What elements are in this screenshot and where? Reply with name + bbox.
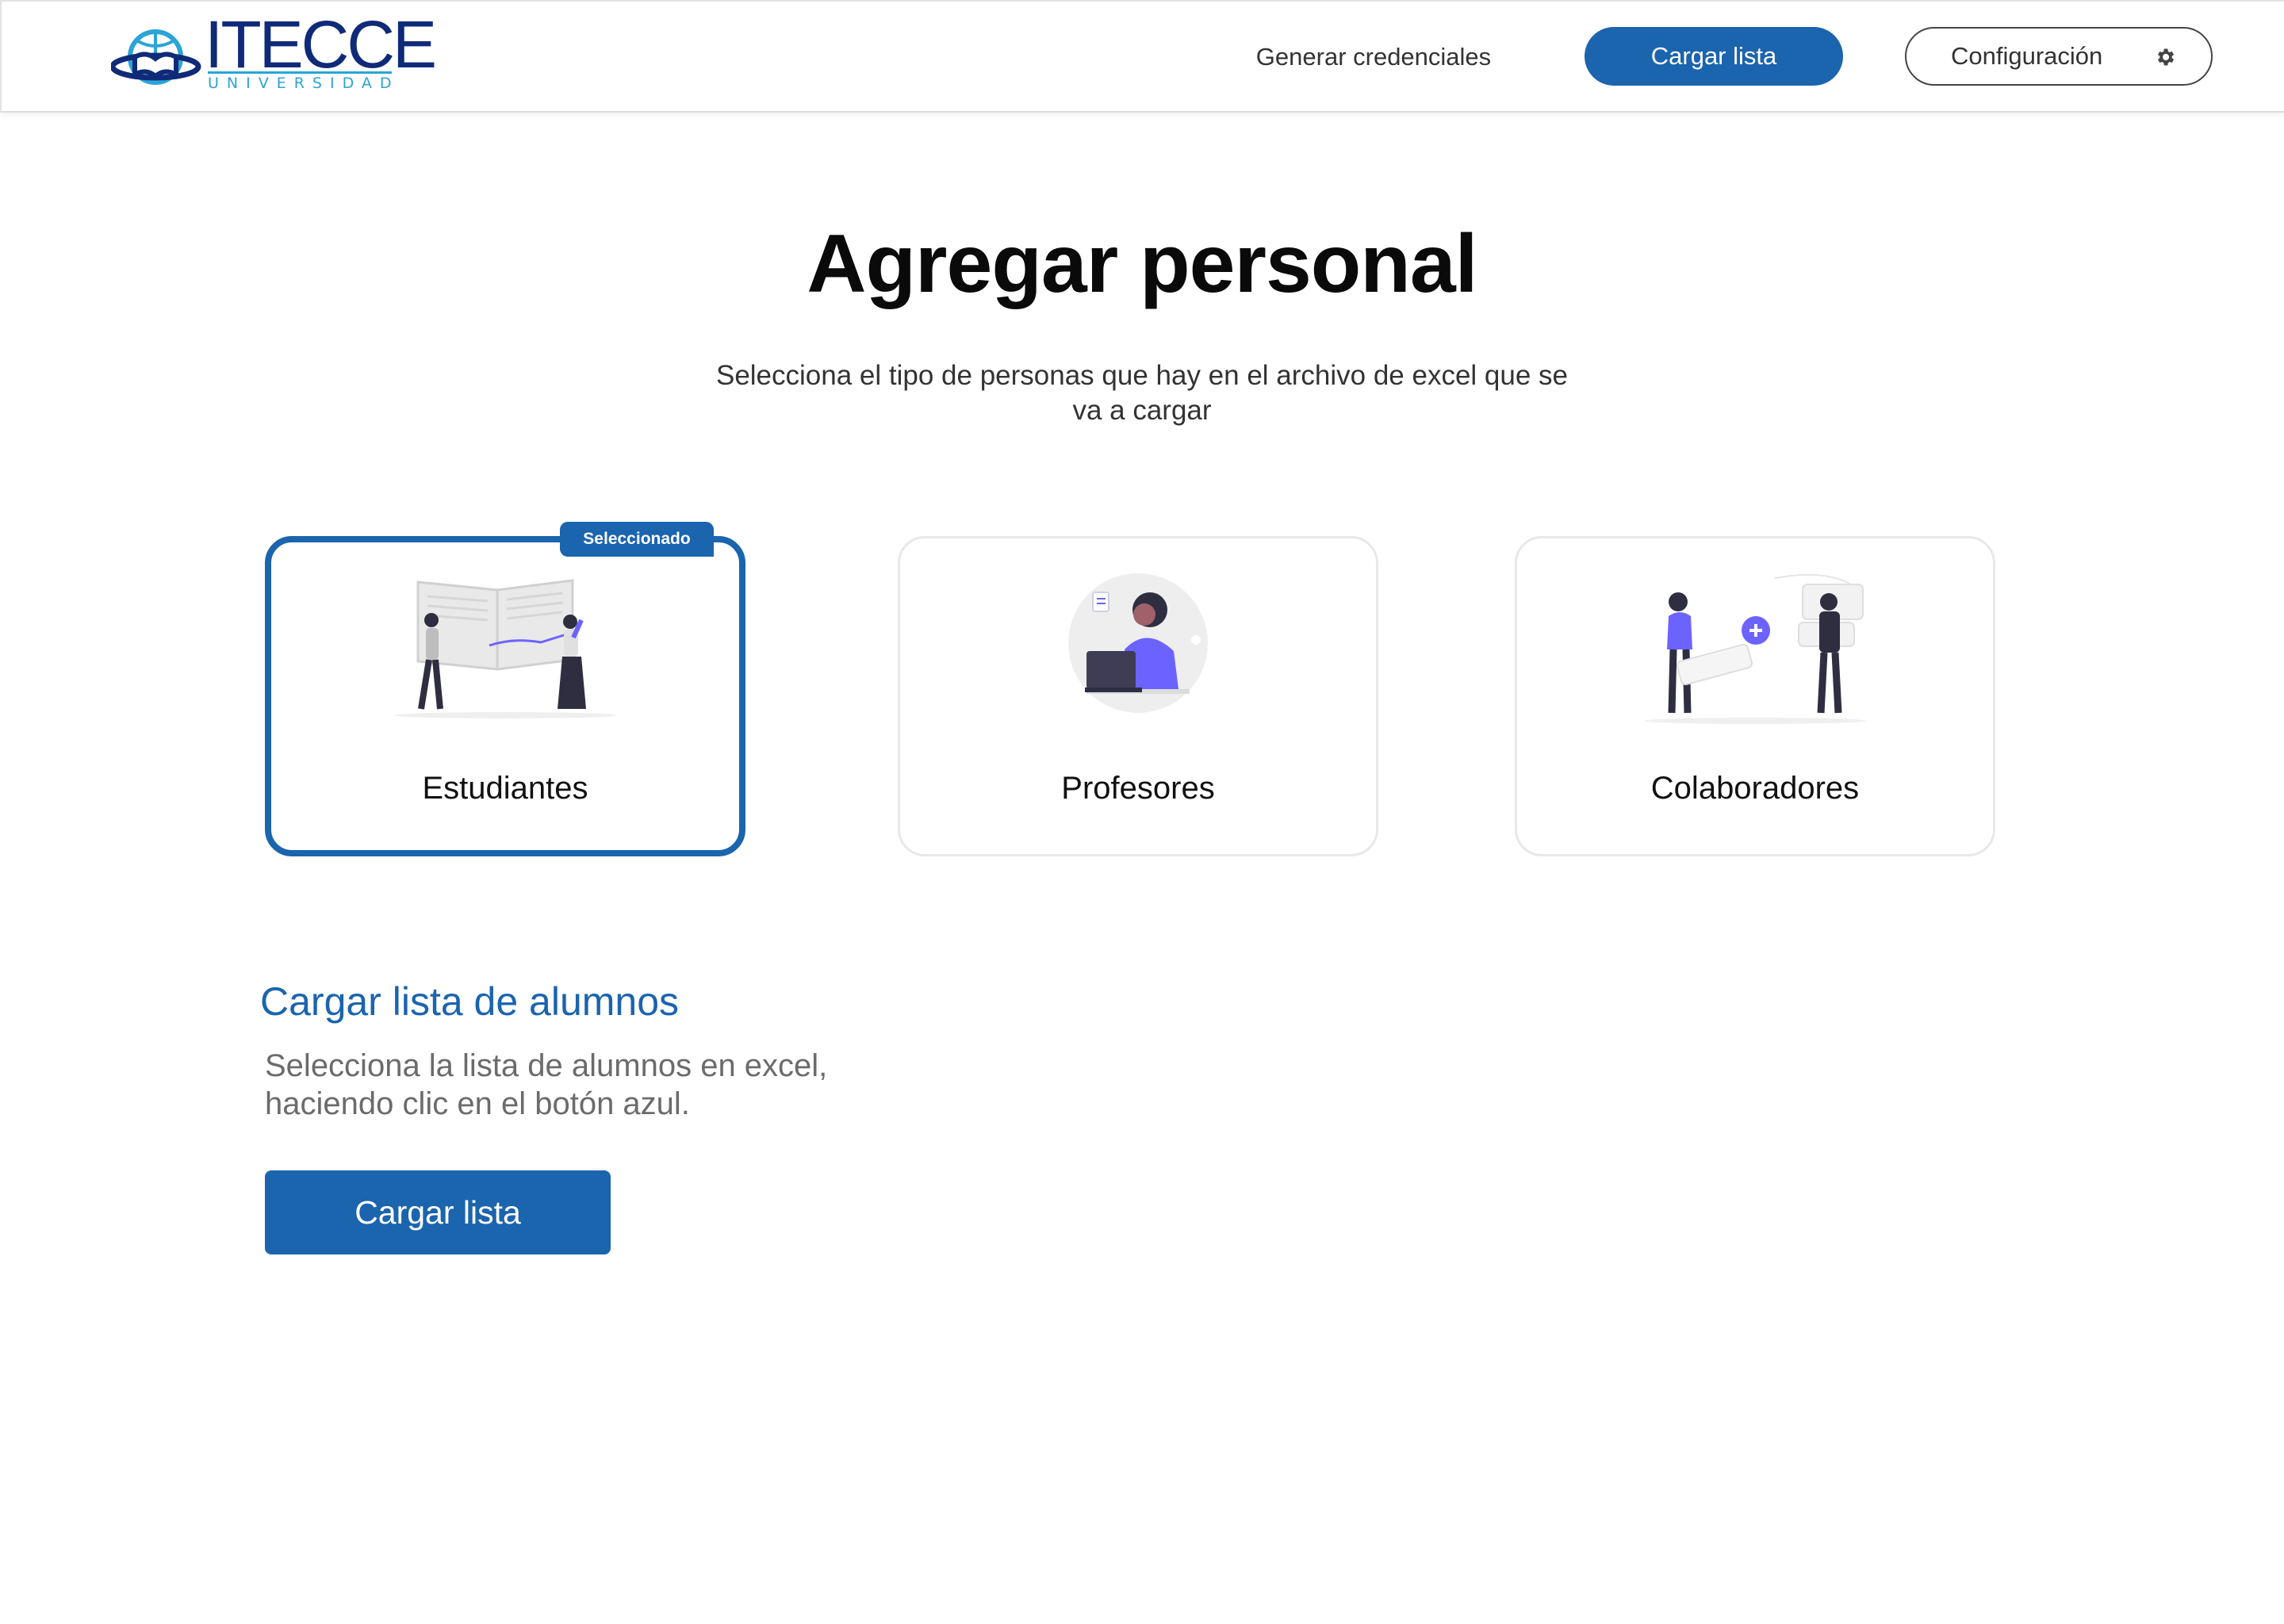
upload-section-title: Cargar lista de alumnos	[260, 979, 680, 1024]
card-profesores[interactable]: Profesores	[898, 536, 1378, 856]
settings-button-label: Configuración	[1951, 42, 2103, 70]
brand-name: ITECCE	[205, 7, 437, 82]
itecce-logo[interactable]: ITECCE UNIVERSIDAD	[111, 11, 437, 95]
upload-list-button[interactable]: Cargar lista	[265, 1170, 611, 1254]
students-illustration	[394, 579, 616, 718]
card-colaboradores[interactable]: Colaboradores	[1515, 536, 1995, 856]
selected-badge: Seleccionado	[560, 522, 714, 557]
globe-book-icon	[111, 29, 201, 85]
brand-divider	[208, 71, 392, 74]
brand-subtitle: UNIVERSIDAD	[208, 75, 400, 92]
settings-button[interactable]: Configuración	[1905, 27, 2213, 86]
card-label-profesores: Profesores	[1061, 771, 1215, 806]
page-subtitle: Selecciona el tipo de personas que hay e…	[715, 360, 1569, 426]
gear-icon	[2158, 48, 2175, 66]
nav-upload-list-button[interactable]: Cargar lista	[1585, 27, 1843, 86]
top-navbar: ITECCE UNIVERSIDAD Generar credenciales …	[0, 0, 2284, 113]
collaborators-illustration	[1644, 574, 1866, 724]
card-label-estudiantes: Estudiantes	[422, 771, 588, 806]
nav-generate-credentials-link[interactable]: Generar credenciales	[1239, 41, 1508, 73]
upload-section-description: Selecciona la lista de alumnos en excel,…	[265, 1048, 828, 1121]
card-label-colaboradores: Colaboradores	[1650, 771, 1860, 806]
teacher-illustration	[1068, 573, 1208, 713]
page-title: Agregar personal	[807, 218, 1477, 310]
card-estudiantes[interactable]: Estudiantes	[265, 536, 745, 856]
